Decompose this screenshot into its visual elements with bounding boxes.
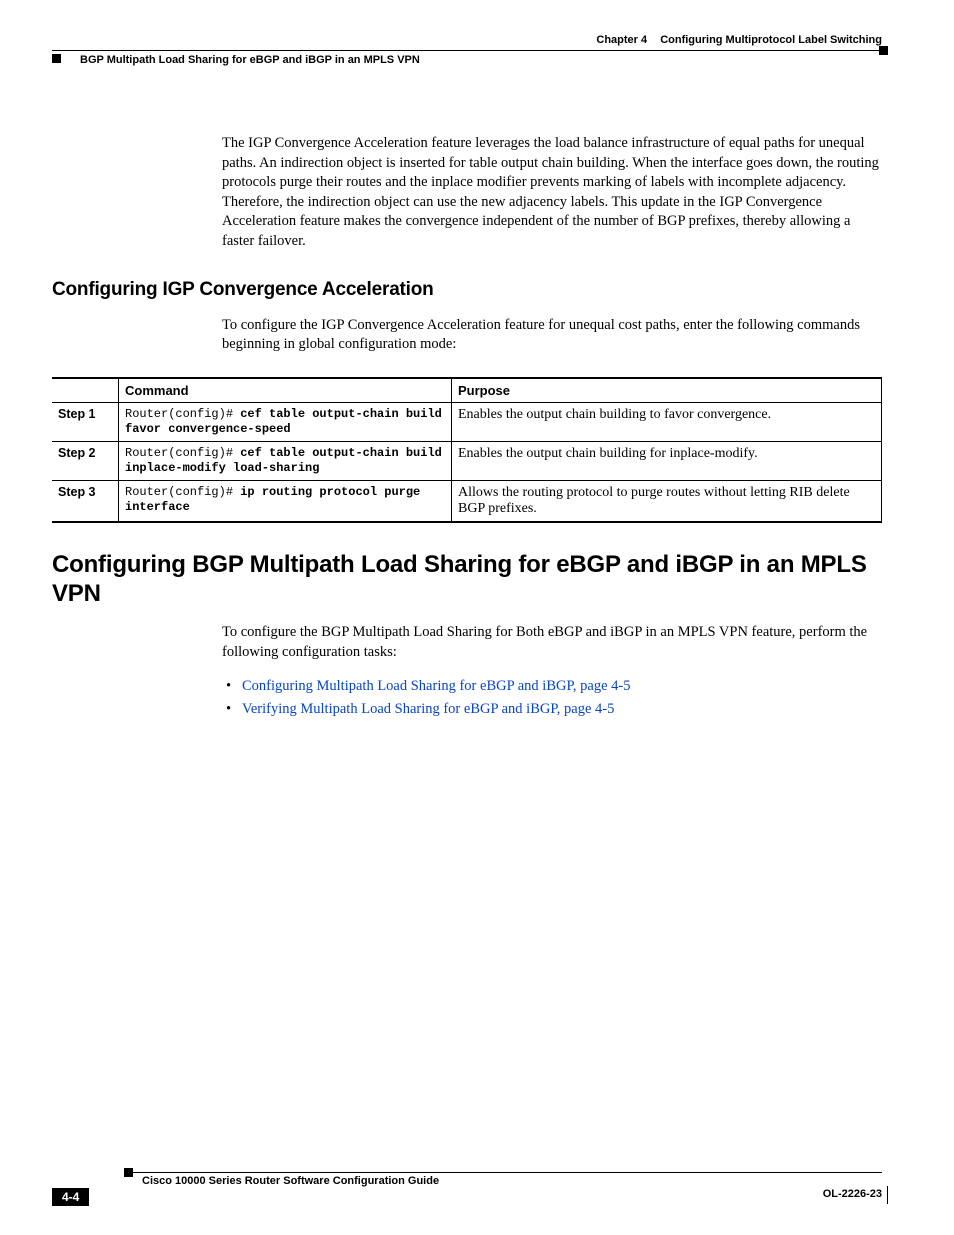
- prompt: Router(config)#: [125, 446, 240, 460]
- doc-id: OL-2226-23: [823, 1188, 882, 1200]
- header-section-title: BGP Multipath Load Sharing for eBGP and …: [80, 54, 420, 66]
- body: The IGP Convergence Acceleration feature…: [52, 134, 882, 720]
- section1-lead: To configure the IGP Convergence Acceler…: [222, 316, 882, 355]
- table-header-command: Command: [119, 378, 452, 403]
- purpose-cell: Enables the output chain building to fav…: [452, 403, 882, 442]
- header-right: Chapter 4 Configuring Multiprotocol Labe…: [596, 34, 882, 46]
- table-row: Step 3 Router(config)# ip routing protoc…: [52, 481, 882, 523]
- table-header-row: Command Purpose: [52, 378, 882, 403]
- intro-paragraph: The IGP Convergence Acceleration feature…: [222, 134, 882, 251]
- list-item: Configuring Multipath Load Sharing for e…: [222, 677, 882, 697]
- footer-book-title: Cisco 10000 Series Router Software Confi…: [142, 1175, 882, 1187]
- prompt: Router(config)#: [125, 407, 240, 421]
- purpose-cell: Enables the output chain building for in…: [452, 442, 882, 481]
- footer-rule-square: [124, 1168, 133, 1177]
- page-number: 4-4: [52, 1188, 89, 1206]
- heading-configuring-bgp-multipath: Configuring BGP Multipath Load Sharing f…: [52, 551, 882, 609]
- list-item: Verifying Multipath Load Sharing for eBG…: [222, 700, 882, 720]
- header-rule: [52, 50, 882, 51]
- step-label: Step 2: [52, 442, 119, 481]
- doc-id-rule: [878, 1186, 888, 1204]
- running-header: Chapter 4 Configuring Multiprotocol Labe…: [52, 34, 882, 74]
- table-header-blank: [52, 378, 119, 403]
- command-cell: Router(config)# cef table output-chain b…: [119, 442, 452, 481]
- header-left-square: [52, 54, 61, 63]
- footer-rule: [132, 1172, 882, 1173]
- table-header-purpose: Purpose: [452, 378, 882, 403]
- purpose-cell: Allows the routing protocol to purge rou…: [452, 481, 882, 523]
- command-table: Command Purpose Step 1 Router(config)# c…: [52, 377, 882, 523]
- table-row: Step 1 Router(config)# cef table output-…: [52, 403, 882, 442]
- header-rule-square: [879, 46, 888, 55]
- section2-lead: To configure the BGP Multipath Load Shar…: [222, 623, 882, 662]
- prompt: Router(config)#: [125, 485, 240, 499]
- command-cell: Router(config)# cef table output-chain b…: [119, 403, 452, 442]
- footer: Cisco 10000 Series Router Software Confi…: [52, 1172, 882, 1187]
- step-label: Step 3: [52, 481, 119, 523]
- page: Chapter 4 Configuring Multiprotocol Labe…: [0, 0, 954, 1235]
- command-cell: Router(config)# ip routing protocol purg…: [119, 481, 452, 523]
- xref-link[interactable]: Verifying Multipath Load Sharing for eBG…: [242, 701, 614, 717]
- chapter-label: Chapter 4: [596, 34, 647, 46]
- chapter-title: Configuring Multiprotocol Label Switchin…: [660, 34, 882, 46]
- xref-link[interactable]: Configuring Multipath Load Sharing for e…: [242, 678, 631, 694]
- heading-configuring-igp: Configuring IGP Convergence Acceleration: [52, 279, 882, 301]
- table-row: Step 2 Router(config)# cef table output-…: [52, 442, 882, 481]
- bullet-list: Configuring Multipath Load Sharing for e…: [222, 677, 882, 720]
- step-label: Step 1: [52, 403, 119, 442]
